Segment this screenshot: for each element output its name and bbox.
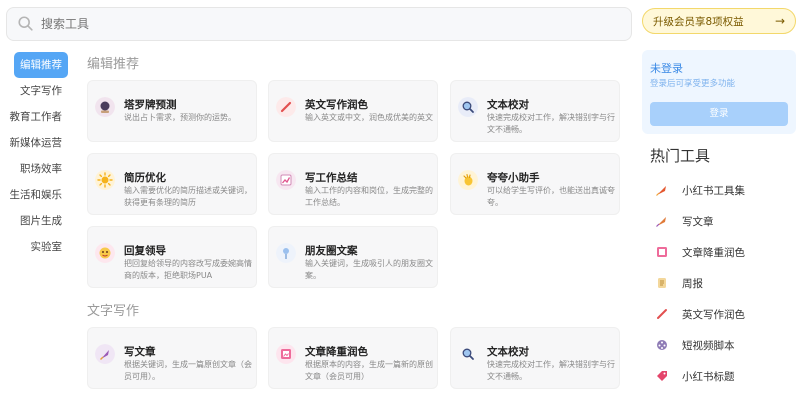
hot-item-label: 英文写作润色: [682, 308, 745, 321]
card-title: 写文章: [124, 346, 156, 358]
hot-item-label: 文章降重润色: [682, 246, 745, 259]
login-status: 未登录: [650, 62, 683, 75]
login-button[interactable]: 登录: [650, 102, 788, 126]
upgrade-label: 升级会员享8项权益: [653, 15, 744, 28]
tool-card-proofread-2[interactable]: 文本校对 快速完成校对工作，解决错别字与行文不通畅。: [450, 327, 620, 389]
card-title: 夸夸小助手: [487, 172, 540, 184]
hot-tools-title: 热门工具: [650, 147, 711, 165]
hot-item-label: 周报: [682, 277, 703, 290]
section-title: 文字写作: [87, 304, 140, 319]
tool-card-proofread[interactable]: 文本校对 快速完成校对工作，解决错别字与行文不通畅。: [450, 80, 620, 142]
sidebar-item-writing[interactable]: 文字写作: [6, 78, 68, 104]
card-desc: 输入工作的内容和岗位，生成完整的工作总结。: [305, 186, 433, 207]
hot-item-video-script[interactable]: 短视频脚本: [656, 335, 735, 355]
sidebar-item-editor-picks[interactable]: 编辑推荐: [14, 52, 68, 78]
category-sidebar: 编辑推荐 文字写作 教育工作者 新媒体运营 职场效率 生活和娱乐 图片生成 实验…: [6, 52, 68, 260]
sidebar-item-image-gen[interactable]: 图片生成: [6, 208, 68, 234]
hot-item-english-polish[interactable]: 英文写作润色: [656, 304, 745, 324]
card-desc: 输入关键词，生成吸引人的朋友圈文案。: [305, 259, 433, 280]
login-hint: 登录后可享受更多功能: [650, 79, 736, 89]
card-title: 回复领导: [124, 245, 166, 257]
sidebar-item-lab[interactable]: 实验室: [6, 234, 68, 260]
chart-icon: [276, 170, 296, 190]
card-desc: 输入英文或中文，润色成优美的英文: [305, 113, 433, 122]
card-title: 简历优化: [124, 172, 166, 184]
tool-card-reply-boss[interactable]: 回复领导 把回复给领导的内容改写成委婉高情商的版本，拒绝职场PUA: [87, 226, 257, 288]
search-icon: [18, 16, 33, 31]
tag-icon: [657, 371, 667, 381]
quill-icon: [656, 186, 666, 196]
card-desc: 根据原本的内容，生成一篇新的原创文章（会员可用）: [305, 360, 433, 381]
section-title: 编辑推荐: [87, 57, 140, 72]
sidebar-item-life[interactable]: 生活和娱乐: [6, 182, 68, 208]
arrow-right-icon: →: [774, 14, 785, 28]
card-desc: 把回复给领导的内容改写成委婉高情商的版本，拒绝职场PUA: [124, 259, 252, 280]
pin-icon: [276, 243, 296, 263]
scroll-icon: [658, 278, 666, 288]
hot-item-xhs-title[interactable]: 小红书标题: [656, 366, 735, 386]
tool-card-tarot[interactable]: 塔罗牌预测 说出占卜需求，预测你的运势。: [87, 80, 257, 142]
image-frame-icon: [657, 247, 667, 257]
card-desc: 快速完成校对工作，解决错别字与行文不通畅。: [487, 360, 615, 381]
emoji-face-icon: [95, 243, 115, 263]
card-title: 塔罗牌预测: [124, 99, 177, 111]
tool-card-resume[interactable]: 简历优化 输入需要优化的简历描述或关键词，获得更有条理的简历: [87, 153, 257, 215]
card-desc: 输入需要优化的简历描述或关键词，获得更有条理的简历: [124, 186, 252, 207]
card-title: 朋友圈文案: [305, 245, 358, 257]
search-bar[interactable]: [6, 7, 632, 41]
quill-icon: [656, 217, 666, 227]
search-input[interactable]: [41, 17, 601, 31]
hot-item-label: 短视频脚本: [682, 339, 735, 352]
upgrade-button[interactable]: 升级会员享8项权益 →: [642, 8, 796, 34]
crystal-ball-icon: [95, 97, 115, 117]
tool-card-write-article[interactable]: 写文章 根据关键词，生成一篇原创文章（会员可用）。: [87, 327, 257, 389]
film-reel-icon: [657, 340, 667, 350]
magnifier-icon: [458, 344, 478, 364]
tool-card-moments-copy[interactable]: 朋友圈文案 输入关键词，生成吸引人的朋友圈文案。: [268, 226, 438, 288]
card-desc: 根据关键词，生成一篇原创文章（会员可用）。: [124, 360, 252, 381]
hot-item-xhs-toolkit[interactable]: 小红书工具集: [656, 180, 745, 200]
pencil-icon: [276, 97, 296, 117]
hot-item-weekly-report[interactable]: 周报: [656, 273, 703, 293]
hot-item-rewrite-article[interactable]: 文章降重润色: [656, 242, 745, 262]
hot-item-label: 写文章: [682, 215, 714, 228]
right-panel: 未登录 登录后可享受更多功能 登录 热门工具 小红书工具集 写文章 文章降重润色…: [642, 42, 796, 400]
card-title: 文章降重润色: [305, 346, 368, 358]
tool-card-english-polish[interactable]: 英文写作润色 输入英文或中文，润色成优美的英文: [268, 80, 438, 142]
hot-item-write-article[interactable]: 写文章: [656, 211, 714, 231]
clapping-hand-icon: [458, 170, 478, 190]
card-desc: 快速完成校对工作，解决错别字与行文不通畅。: [487, 113, 615, 134]
login-box: 未登录 登录后可享受更多功能 登录: [642, 50, 796, 134]
sidebar-item-workplace[interactable]: 职场效率: [6, 156, 68, 182]
quill-icon: [95, 344, 115, 364]
pencil-icon: [657, 309, 667, 319]
hot-item-label: 小红书标题: [682, 370, 735, 383]
image-frame-icon: [276, 344, 296, 364]
sun-icon: [95, 170, 115, 190]
tool-card-work-summary[interactable]: 写工作总结 输入工作的内容和岗位，生成完整的工作总结。: [268, 153, 438, 215]
card-desc: 说出占卜需求，预测你的运势。: [124, 113, 236, 122]
card-desc: 可以给学生写评价，也能送出真诚夸夸。: [487, 186, 615, 207]
sidebar-item-new-media[interactable]: 新媒体运营: [6, 130, 68, 156]
hot-item-label: 小红书工具集: [682, 184, 745, 197]
magnifier-icon: [458, 97, 478, 117]
card-title: 英文写作润色: [305, 99, 368, 111]
card-title: 文本校对: [487, 346, 529, 358]
tool-card-praise-helper[interactable]: 夸夸小助手 可以给学生写评价，也能送出真诚夸夸。: [450, 153, 620, 215]
card-title: 写工作总结: [305, 172, 358, 184]
tool-card-rewrite-article[interactable]: 文章降重润色 根据原本的内容，生成一篇新的原创文章（会员可用）: [268, 327, 438, 389]
card-title: 文本校对: [487, 99, 529, 111]
sidebar-item-educators[interactable]: 教育工作者: [6, 104, 68, 130]
